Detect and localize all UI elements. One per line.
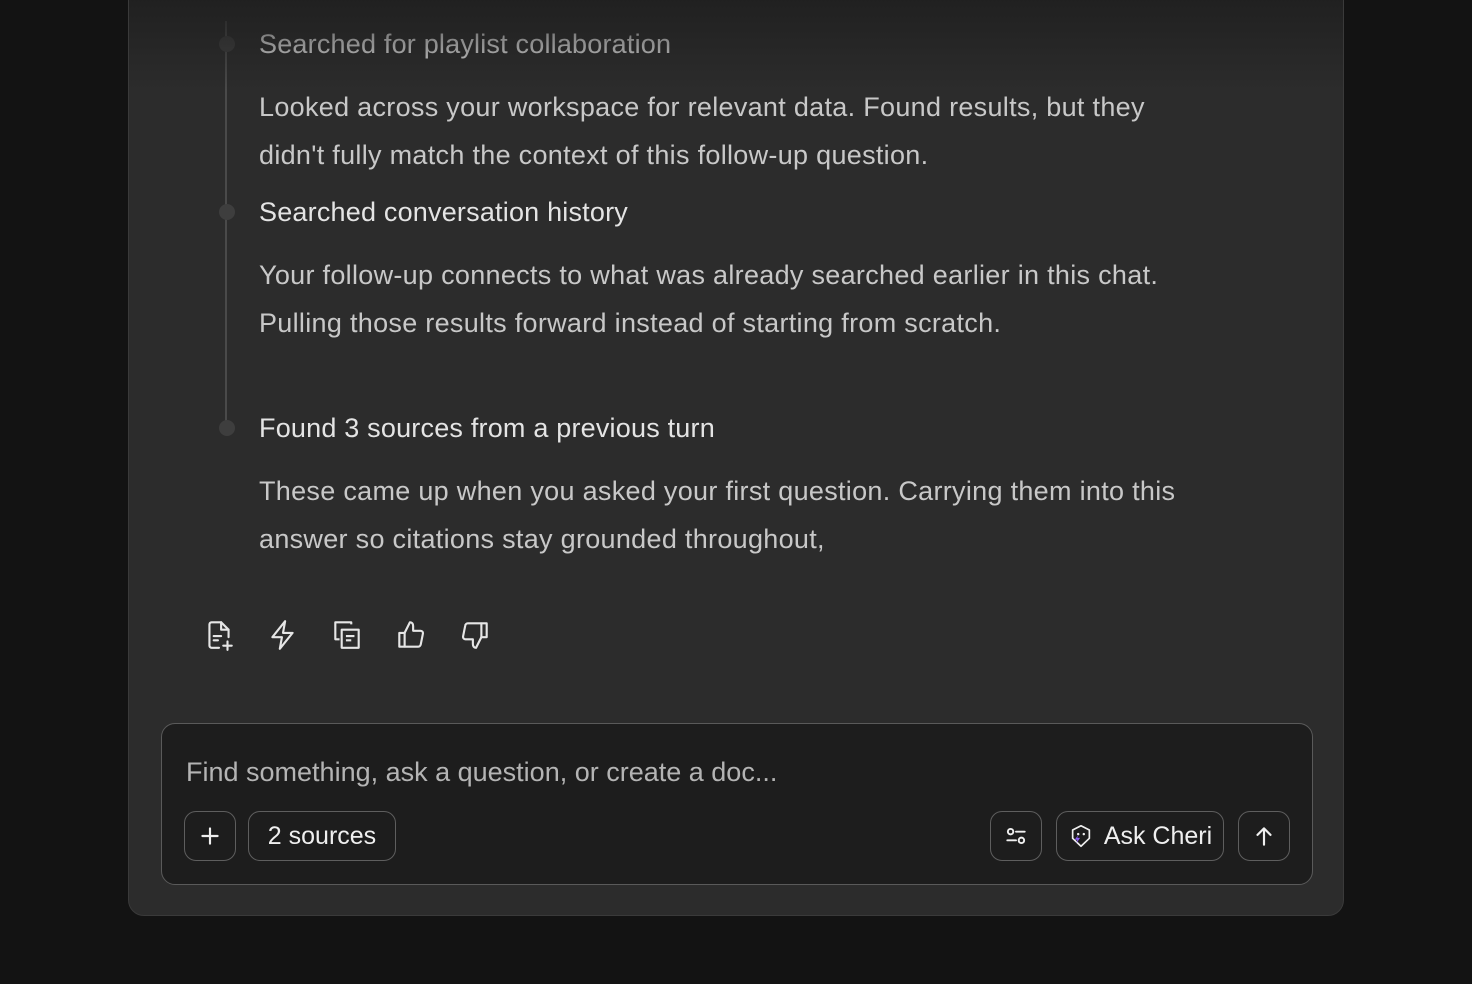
app-background: Searched for playlist collaboration Look… xyxy=(0,0,1472,984)
quick-action-button[interactable] xyxy=(263,615,303,655)
sources-button[interactable]: 2 sources xyxy=(248,811,396,861)
ask-cheri-label: Ask Cheri xyxy=(1103,821,1213,850)
step-title: Searched conversation history xyxy=(259,197,628,227)
copy-button[interactable] xyxy=(327,615,367,655)
lightning-icon xyxy=(271,620,294,650)
step-dot xyxy=(219,204,235,220)
sliders-icon xyxy=(1006,827,1026,845)
thumbs-down-icon xyxy=(461,622,488,649)
arrow-up-icon xyxy=(1256,827,1272,846)
thumbs-down-button[interactable] xyxy=(455,615,495,655)
step-description: Your follow-up connects to what was alre… xyxy=(259,260,1159,338)
message-input[interactable] xyxy=(186,752,1186,792)
chat-panel: Searched for playlist collaboration Look… xyxy=(128,0,1344,916)
message-actions xyxy=(199,615,495,655)
message-composer: 2 sources Ask Cheri xyxy=(161,723,1313,885)
reasoning-step: Searched for playlist collaboration Look… xyxy=(219,27,1199,179)
step-description: Looked across your workspace for relevan… xyxy=(259,92,1145,170)
sources-label: 2 sources xyxy=(267,821,377,850)
settings-button[interactable] xyxy=(990,811,1042,861)
ask-cheri-button[interactable]: Ask Cheri xyxy=(1056,811,1224,861)
timeline-line xyxy=(225,21,227,429)
step-title: Searched for playlist collaboration xyxy=(259,29,672,59)
reasoning-step: Found 3 sources from a previous turn The… xyxy=(219,411,1199,563)
attach-button[interactable] xyxy=(184,811,236,861)
cheri-logo-icon xyxy=(1071,824,1091,848)
thumbs-up-button[interactable] xyxy=(391,615,431,655)
plus-icon xyxy=(201,827,219,845)
copy-icon xyxy=(334,621,360,649)
step-description: These came up when you asked your first … xyxy=(259,476,1176,554)
step-dot xyxy=(219,36,235,52)
step-title: Found 3 sources from a previous turn xyxy=(259,413,715,443)
thumbs-up-icon xyxy=(398,621,425,648)
reasoning-step: Searched conversation history Your follo… xyxy=(219,195,1199,347)
add-to-doc-button[interactable] xyxy=(199,615,239,655)
file-add-icon xyxy=(208,621,233,651)
step-dot xyxy=(219,420,235,436)
send-button[interactable] xyxy=(1238,811,1290,861)
